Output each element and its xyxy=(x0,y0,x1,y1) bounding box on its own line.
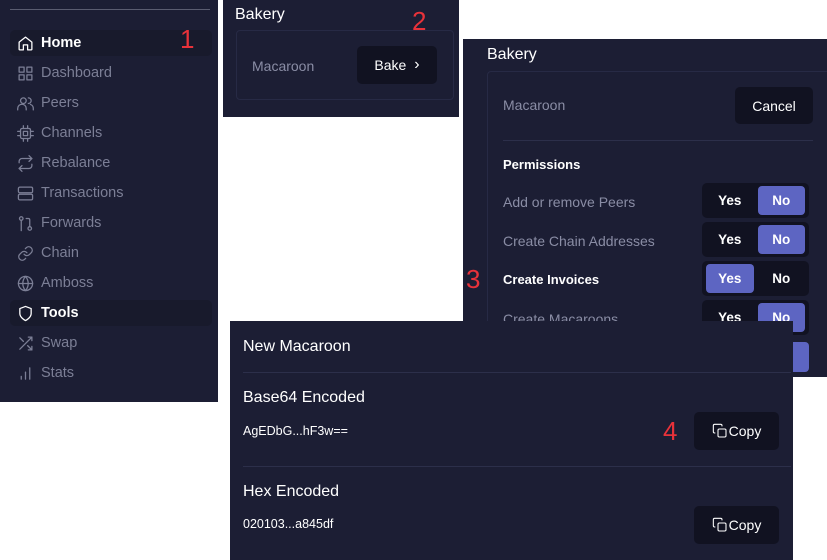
permission-label-add-remove-peers: Add or remove Peers xyxy=(503,194,636,210)
sidebar-item-rebalance[interactable]: Rebalance xyxy=(10,150,212,176)
permission-label-create-invoices: Create Invoices xyxy=(503,272,600,287)
users-icon xyxy=(16,94,34,112)
sidebar-item-peers[interactable]: Peers xyxy=(10,90,212,116)
globe-icon xyxy=(16,274,34,292)
shield-icon xyxy=(16,304,34,322)
grid-icon xyxy=(16,64,34,82)
new-macaroon-panel: New Macaroon Base64 Encoded AgEDbG...hF3… xyxy=(230,321,793,560)
copy-icon xyxy=(712,423,727,438)
chevron-right-icon: › xyxy=(414,56,420,73)
step-number-3: 3 xyxy=(466,264,481,294)
yes-option[interactable]: Yes xyxy=(706,225,754,254)
bakery-title: Bakery xyxy=(235,6,285,23)
cancel-button[interactable]: Cancel xyxy=(735,87,813,124)
permission-label-create-chain-addresses: Create Chain Addresses xyxy=(503,233,655,249)
permissions-heading: Permissions xyxy=(503,157,581,172)
sidebar-item-amboss[interactable]: Amboss xyxy=(10,270,212,296)
sidebar-item-swap[interactable]: Swap xyxy=(10,330,212,356)
divider xyxy=(243,372,791,373)
permission-toggle-create-invoices: Yes No xyxy=(702,261,809,296)
sidebar-item-chain[interactable]: Chain xyxy=(10,240,212,266)
no-option[interactable]: No xyxy=(757,186,805,215)
link-icon xyxy=(16,244,34,262)
sidebar-item-label: Peers xyxy=(41,95,79,111)
cpu-icon xyxy=(16,124,34,142)
sidebar-item-label: Dashboard xyxy=(41,65,112,81)
bar-chart-icon xyxy=(16,364,34,382)
permission-toggle-create-chain-addresses: Yes No xyxy=(702,222,809,257)
yes-option[interactable]: Yes xyxy=(706,264,754,293)
sidebar-item-forwards[interactable]: Forwards xyxy=(10,210,212,236)
bakery-title: Bakery xyxy=(487,46,537,63)
sidebar-item-label: Forwards xyxy=(41,215,102,231)
new-macaroon-title: New Macaroon xyxy=(243,338,351,355)
sidebar-item-label: Home xyxy=(41,35,82,51)
step-number-4: 4 xyxy=(663,416,678,446)
sidebar-item-label: Transactions xyxy=(41,185,124,201)
sidebar-divider xyxy=(10,9,210,10)
base64-value: AgEDbG...hF3w== xyxy=(243,424,348,438)
divider xyxy=(503,140,813,141)
copy-base64-button[interactable]: Copy xyxy=(694,412,779,450)
sidebar-panel: Home Dashboard Peers Channels Rebalance … xyxy=(0,0,218,402)
copy-icon xyxy=(712,517,727,532)
sidebar-item-label: Channels xyxy=(41,125,103,141)
copy-label: Copy xyxy=(728,517,762,533)
permission-toggle-add-remove-peers: Yes No xyxy=(702,183,809,218)
copy-label: Copy xyxy=(728,423,762,439)
bake-button[interactable]: Bake › xyxy=(357,46,437,84)
home-icon xyxy=(16,34,34,52)
sidebar-item-stats[interactable]: Stats xyxy=(10,360,212,386)
sidebar-item-label: Swap xyxy=(41,335,78,351)
shuffle-icon xyxy=(16,334,34,352)
sidebar-item-label: Amboss xyxy=(41,275,94,291)
step-number-2: 2 xyxy=(412,6,427,36)
sidebar-item-label: Tools xyxy=(41,305,79,321)
sidebar-item-label: Chain xyxy=(41,245,79,261)
step-number-1: 1 xyxy=(180,24,195,54)
macaroon-label: Macaroon xyxy=(252,58,315,74)
git-pull-request-icon xyxy=(16,214,34,232)
sidebar-item-channels[interactable]: Channels xyxy=(10,120,212,146)
base64-title: Base64 Encoded xyxy=(243,389,365,406)
divider xyxy=(243,466,791,467)
sidebar-item-transactions[interactable]: Transactions xyxy=(10,180,212,206)
yes-option[interactable]: Yes xyxy=(706,186,754,215)
no-option[interactable]: No xyxy=(758,264,806,293)
repeat-icon xyxy=(16,154,34,172)
no-option[interactable]: No xyxy=(757,225,805,254)
sidebar-item-tools[interactable]: Tools xyxy=(10,300,212,326)
server-icon xyxy=(16,184,34,202)
bake-button-label: Bake xyxy=(374,57,407,73)
sidebar-item-label: Rebalance xyxy=(41,155,111,171)
hex-value: 020103...a845df xyxy=(243,517,334,531)
sidebar-item-label: Stats xyxy=(41,365,75,381)
hex-title: Hex Encoded xyxy=(243,483,340,500)
copy-hex-button[interactable]: Copy xyxy=(694,506,779,544)
sidebar-item-dashboard[interactable]: Dashboard xyxy=(10,60,212,86)
macaroon-label: Macaroon xyxy=(503,97,566,113)
